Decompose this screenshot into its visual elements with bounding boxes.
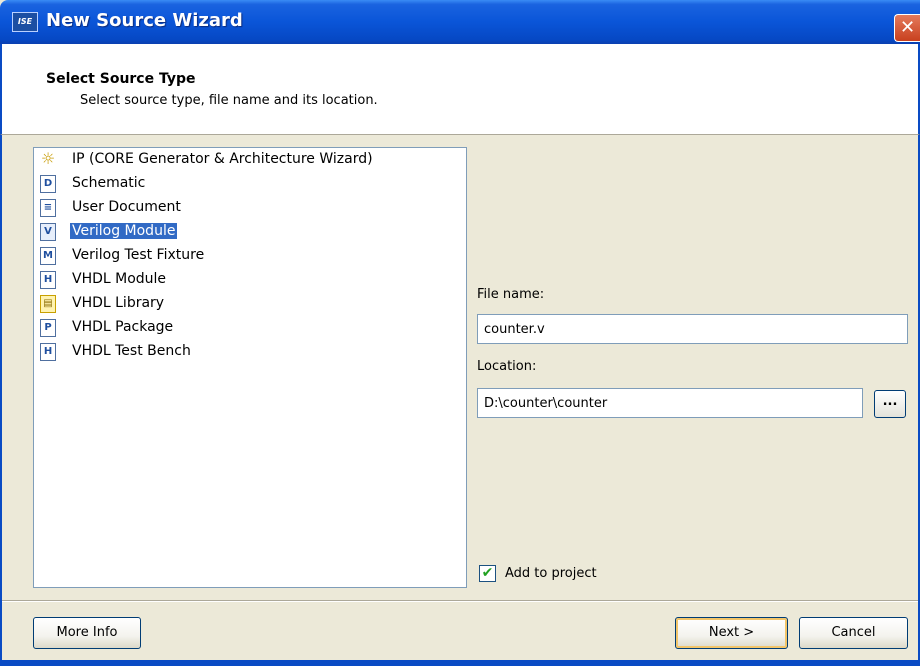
browse-location-button[interactable]: ... (874, 390, 906, 418)
next-button[interactable]: Next > (675, 617, 788, 649)
checkmark-icon: ✔ (481, 565, 494, 581)
vhdl-package-icon: P (40, 319, 56, 337)
verilog-module-icon: V (40, 223, 56, 241)
list-item-label: Schematic (72, 175, 146, 191)
verilog-test-fixture-icon: M (40, 247, 56, 265)
list-item-vhdl-test-bench[interactable]: H VHDL Test Bench (38, 341, 458, 363)
list-item-user-document[interactable]: ≡ User Document (38, 197, 458, 219)
list-item-vhdl-module[interactable]: H VHDL Module (38, 269, 458, 291)
list-item-label: VHDL Test Bench (72, 343, 191, 359)
user-document-icon: ≡ (40, 199, 56, 217)
title-bar[interactable]: ISE New Source Wizard ✕ (0, 0, 920, 44)
location-label: Location: (477, 359, 537, 374)
list-item-vhdl-package[interactable]: P VHDL Package (38, 317, 458, 339)
list-item-label: Verilog Test Fixture (72, 247, 205, 263)
add-to-project-label[interactable]: Add to project (505, 566, 597, 581)
location-input[interactable] (477, 388, 863, 418)
list-item-verilog-test-fixture[interactable]: M Verilog Test Fixture (38, 245, 458, 267)
source-type-list[interactable]: ☼ IP (CORE Generator & Architecture Wiza… (33, 147, 467, 588)
cancel-button[interactable]: Cancel (799, 617, 908, 649)
more-info-button[interactable]: More Info (33, 617, 141, 649)
vhdl-module-icon: H (40, 271, 56, 289)
add-to-project-checkbox[interactable]: ✔ (479, 565, 496, 582)
list-item-label: VHDL Module (72, 271, 167, 287)
file-name-input[interactable] (477, 314, 908, 344)
list-item-ip-core[interactable]: ☼ IP (CORE Generator & Architecture Wiza… (38, 149, 458, 171)
list-item-verilog-module[interactable]: V Verilog Module (38, 221, 458, 243)
file-name-label: File name: (477, 287, 545, 302)
schematic-icon: D (40, 175, 56, 193)
window-bottom-border (0, 660, 920, 666)
ise-app-icon: ISE (12, 12, 38, 32)
list-item-label: Verilog Module (70, 223, 178, 239)
vhdl-library-icon: ▤ (40, 295, 56, 313)
window-title: New Source Wizard (46, 10, 243, 31)
list-item-label: VHDL Package (72, 319, 174, 335)
vhdl-test-bench-icon: H (40, 343, 56, 361)
wizard-header: Select Source Type Select source type, f… (0, 44, 920, 135)
footer-separator (2, 600, 918, 602)
page-title: Select Source Type (46, 71, 196, 87)
close-icon: ✕ (899, 17, 916, 38)
new-source-wizard-window: ISE New Source Wizard ✕ Select Source Ty… (0, 0, 920, 666)
list-item-label: IP (CORE Generator & Architecture Wizard… (72, 151, 373, 167)
list-item-schematic[interactable]: D Schematic (38, 173, 458, 195)
list-item-label: VHDL Library (72, 295, 165, 311)
page-subtitle: Select source type, file name and its lo… (80, 93, 378, 108)
close-button[interactable]: ✕ (894, 14, 920, 42)
ip-core-bulb-icon: ☼ (40, 149, 56, 169)
list-item-vhdl-library[interactable]: ▤ VHDL Library (38, 293, 458, 315)
list-item-label: User Document (72, 199, 181, 215)
